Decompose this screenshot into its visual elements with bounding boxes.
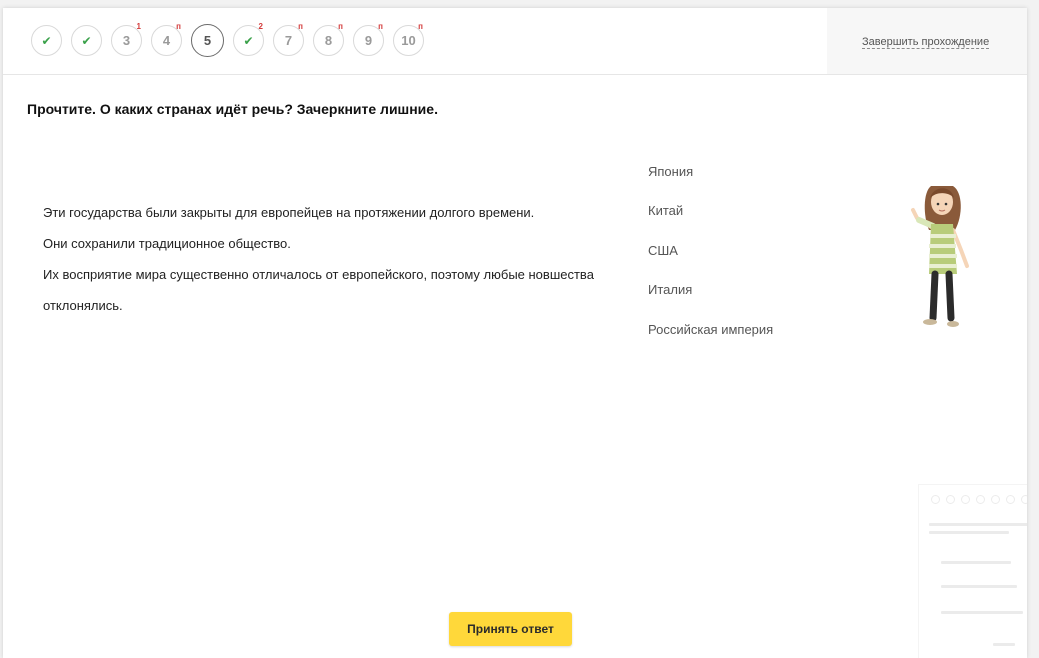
option-italy[interactable]: Италия	[648, 282, 773, 321]
step-4[interactable]: 4п	[151, 22, 182, 56]
option-japan[interactable]: Япония	[648, 164, 773, 203]
checkmark-icon: ✔	[41, 33, 52, 48]
step-badge: 1	[136, 22, 141, 31]
step-badge: 2	[258, 22, 263, 31]
step-number: 4	[162, 33, 171, 48]
question-title: Прочтите. О каких странах идёт речь? Зач…	[27, 101, 438, 117]
step-badge: п	[176, 22, 181, 31]
preview-steps	[931, 495, 1027, 504]
question-steps: ✔ ✔ 31 4п 5 ✔ 2 7п 8п 9п 10 п	[31, 22, 424, 57]
step-9[interactable]: 9п	[353, 22, 384, 56]
step-8[interactable]: 8п	[313, 22, 344, 56]
step-6[interactable]: ✔ 2	[233, 22, 264, 56]
finish-test-link[interactable]: Завершить прохождение	[862, 36, 990, 49]
step-10[interactable]: 10 п	[393, 22, 424, 56]
step-badge: п	[298, 22, 303, 31]
step-number: 8	[324, 33, 333, 48]
step-badge: п	[418, 22, 423, 31]
test-frame: ✔ ✔ 31 4п 5 ✔ 2 7п 8п 9п 10 п Завершить пр…	[3, 8, 1027, 658]
question-navigation-bar: ✔ ✔ 31 4п 5 ✔ 2 7п 8п 9п 10 п Завершить пр…	[3, 8, 1027, 75]
step-badge: п	[378, 22, 383, 31]
option-russian-empire[interactable]: Российская империя	[648, 322, 773, 361]
step-3[interactable]: 31	[111, 22, 142, 56]
step-5-current[interactable]: 5	[191, 24, 224, 57]
passage-line: Они сохранили традиционное общество.	[43, 236, 291, 251]
passage-text: Эти государства были закрыты для европей…	[43, 197, 633, 321]
girl-mascot-illustration	[911, 186, 969, 327]
submit-answer-button[interactable]: Принять ответ	[449, 612, 572, 646]
checkmark-icon: ✔	[81, 33, 92, 48]
answer-options: Япония Китай США Италия Российская импер…	[648, 164, 773, 361]
step-2[interactable]: ✔	[71, 25, 102, 56]
passage-line: Их восприятие мира существенно отличалос…	[43, 267, 594, 313]
faded-next-question-preview	[918, 484, 1027, 658]
step-number: 5	[203, 33, 212, 48]
step-badge: п	[338, 22, 343, 31]
finish-panel: Завершить прохождение	[827, 8, 1027, 74]
step-1[interactable]: ✔	[31, 25, 62, 56]
step-number: 7	[284, 33, 293, 48]
passage-line: Эти государства были закрыты для европей…	[43, 205, 535, 220]
option-china[interactable]: Китай	[648, 203, 773, 242]
checkmark-icon: ✔	[243, 33, 254, 48]
option-usa[interactable]: США	[648, 243, 773, 282]
step-number: 3	[122, 33, 131, 48]
step-number: 10	[401, 33, 416, 48]
step-7[interactable]: 7п	[273, 22, 304, 56]
step-number: 9	[364, 33, 373, 48]
